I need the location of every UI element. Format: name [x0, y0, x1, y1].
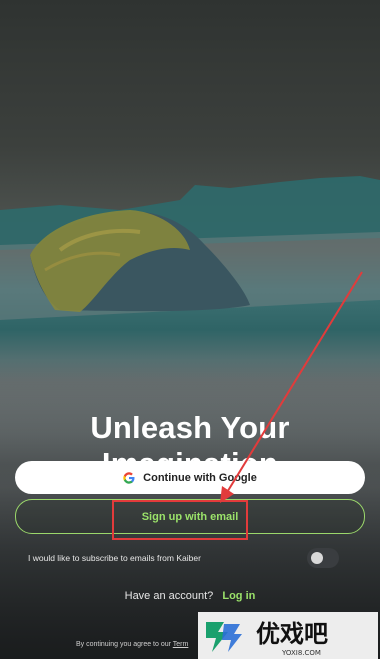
- subscribe-label: I would like to subscribe to emails from…: [28, 553, 201, 563]
- terms-link[interactable]: Term: [173, 641, 189, 648]
- watermark-name: 优戏吧: [256, 620, 328, 648]
- watermark-url: YOXI8.COM: [281, 649, 321, 657]
- terms-notice: By continuing you agree to our Term: [76, 641, 188, 648]
- subscribe-toggle[interactable]: [307, 548, 339, 568]
- login-link[interactable]: Log in: [222, 590, 255, 602]
- have-account-row: Have an account? Log in: [0, 590, 380, 602]
- sign-up-screen: Unleash Your Imagination Continue with G…: [0, 0, 380, 659]
- terms-text: By continuing you agree to our: [76, 641, 171, 648]
- toggle-knob: [311, 552, 323, 564]
- have-account-prompt: Have an account?: [124, 590, 214, 602]
- site-watermark: 优戏吧 YOXI8.COM: [198, 612, 378, 659]
